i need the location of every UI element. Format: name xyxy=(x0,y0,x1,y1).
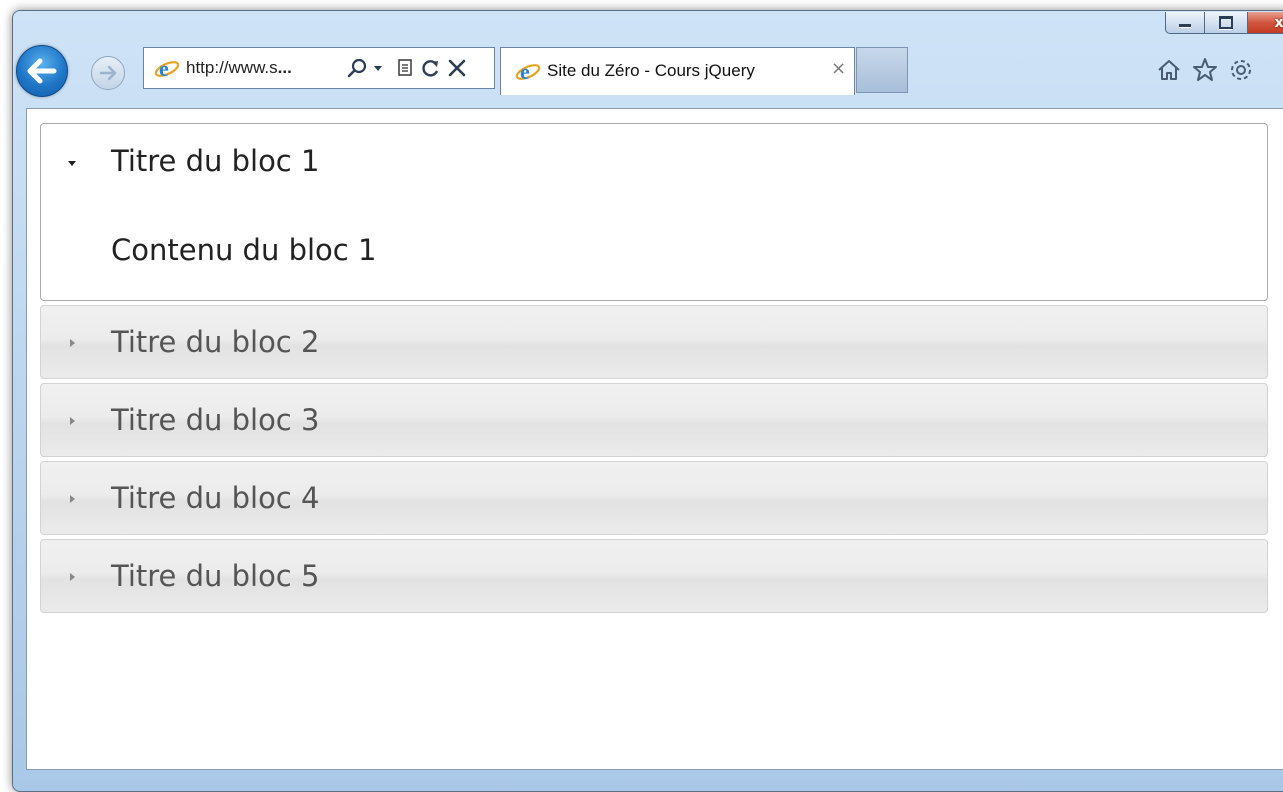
forward-button[interactable] xyxy=(91,56,125,90)
tab-title: Site du Zéro - Cours jQuery xyxy=(547,61,755,80)
tab-active[interactable]: e Site du Zéro - Cours jQuery × xyxy=(500,47,855,95)
toolbar-right xyxy=(1155,56,1255,84)
close-icon: x xyxy=(1274,14,1283,31)
accordion: Titre du bloc 1 Contenu du bloc 1 Titre … xyxy=(40,123,1268,613)
new-tab-button[interactable] xyxy=(856,47,908,93)
address-bar[interactable]: e http://www.s... xyxy=(143,47,495,89)
ie-logo-icon: e xyxy=(154,57,180,81)
tab-close-button[interactable]: × xyxy=(831,58,846,79)
compatibility-view-icon[interactable] xyxy=(394,57,416,79)
back-button[interactable] xyxy=(16,45,68,97)
search-dropdown-icon[interactable] xyxy=(372,58,384,78)
triangle-right-icon xyxy=(70,495,75,503)
close-window-button[interactable]: x xyxy=(1247,12,1283,34)
window-controls: x xyxy=(1165,12,1283,34)
triangle-right-icon xyxy=(70,339,75,347)
triangle-right-icon xyxy=(70,573,75,581)
accordion-section-4[interactable]: Titre du bloc 4 xyxy=(40,461,1268,535)
forward-arrow-icon xyxy=(99,65,117,81)
accordion-section-3[interactable]: Titre du bloc 3 xyxy=(40,383,1268,457)
accordion-title-3[interactable]: Titre du bloc 3 xyxy=(111,403,319,437)
back-arrow-icon xyxy=(27,58,57,84)
address-bar-icons xyxy=(346,57,468,79)
accordion-content-1: Contenu du bloc 1 xyxy=(111,233,377,267)
maximize-button[interactable] xyxy=(1204,12,1248,34)
svg-text:e: e xyxy=(159,57,169,81)
stop-icon[interactable] xyxy=(446,57,468,79)
accordion-title-4[interactable]: Titre du bloc 4 xyxy=(111,481,319,515)
accordion-section-1[interactable]: Titre du bloc 1 Contenu du bloc 1 xyxy=(40,123,1268,301)
ie-logo-icon: e xyxy=(515,60,541,84)
accordion-section-5[interactable]: Titre du bloc 5 xyxy=(40,539,1268,613)
accordion-section-2[interactable]: Titre du bloc 2 xyxy=(40,305,1268,379)
star-icon[interactable] xyxy=(1191,56,1219,84)
triangle-right-icon xyxy=(70,417,75,425)
gear-icon[interactable] xyxy=(1227,56,1255,84)
address-url: http://www.s... xyxy=(186,58,292,77)
svg-text:e: e xyxy=(520,60,530,84)
refresh-icon[interactable] xyxy=(420,57,442,79)
accordion-title-5[interactable]: Titre du bloc 5 xyxy=(111,559,319,593)
triangle-down-icon xyxy=(68,161,76,166)
accordion-title-2[interactable]: Titre du bloc 2 xyxy=(111,325,319,359)
minimize-button[interactable] xyxy=(1165,12,1205,34)
maximize-icon xyxy=(1219,16,1233,29)
home-icon[interactable] xyxy=(1155,56,1183,84)
minimize-icon xyxy=(1179,24,1191,27)
search-icon[interactable] xyxy=(346,57,368,79)
accordion-title-1[interactable]: Titre du bloc 1 xyxy=(111,144,319,178)
